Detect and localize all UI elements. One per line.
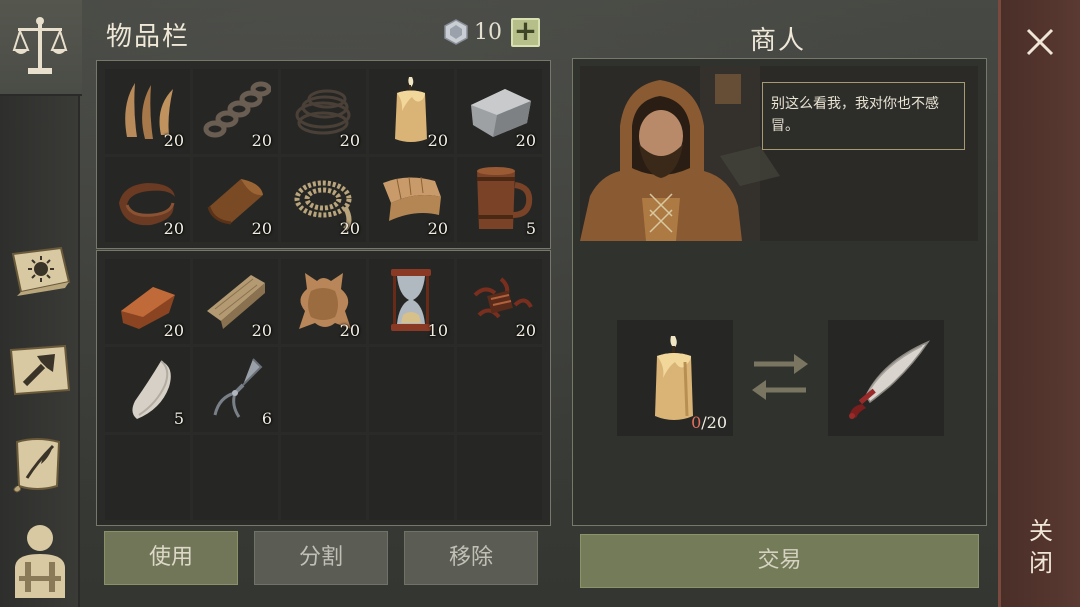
hammer-map-icon[interactable] [6, 330, 74, 410]
remove-button[interactable]: 移除 [404, 531, 538, 585]
character-icon[interactable] [6, 518, 74, 598]
item-quantity: 20 [163, 219, 184, 238]
inventory-slot[interactable]: 20 [105, 69, 190, 154]
merchant-title: 商人 [750, 26, 807, 56]
inventory-slot[interactable]: 20 [457, 69, 542, 154]
inventory-slot[interactable]: 10 [369, 259, 454, 344]
inventory-slot[interactable]: 5 [105, 347, 190, 432]
item-quantity: 5 [173, 409, 184, 428]
inventory-slot[interactable]: 5 [457, 157, 542, 242]
inventory-slot[interactable] [105, 435, 190, 520]
close-icon[interactable] [1024, 26, 1056, 58]
inventory-slot[interactable]: 20 [281, 157, 366, 242]
item-quantity: 10 [427, 321, 448, 340]
trade-button[interactable]: 交易 [580, 534, 979, 588]
inventory-slot[interactable] [457, 435, 542, 520]
item-quantity: 20 [515, 321, 536, 340]
item-quantity: 20 [163, 321, 184, 340]
add-currency-button[interactable]: + [511, 17, 540, 47]
inventory-top-panel: 20 20 20 20 20 20 20 20 20 5 [96, 60, 551, 249]
trade-need-count: /20 [701, 413, 727, 432]
scimitar-icon [849, 340, 931, 419]
item-quantity: 20 [427, 131, 448, 150]
inventory-slot[interactable]: 20 [369, 157, 454, 242]
inventory-slot[interactable]: 20 [369, 69, 454, 154]
inventory-slot[interactable] [369, 347, 454, 432]
sidebar [0, 0, 82, 607]
scales-icon [6, 6, 74, 86]
item-quantity: 20 [251, 131, 272, 150]
inventory-slot[interactable] [193, 435, 278, 520]
use-button[interactable]: 使用 [104, 531, 238, 585]
inventory-slot[interactable]: 20 [193, 157, 278, 242]
close-label[interactable]: 关闭 [1026, 515, 1056, 579]
item-quantity: 20 [251, 219, 272, 238]
trade-have-count: 0 [691, 413, 702, 432]
item-quantity: 20 [427, 219, 448, 238]
currency-count: 10 [474, 20, 502, 45]
inventory-slot[interactable] [281, 347, 366, 432]
inventory-slot[interactable]: 20 [105, 157, 190, 242]
inventory-slot[interactable] [369, 435, 454, 520]
trade-receive-slot[interactable] [828, 320, 944, 436]
item-quantity: 6 [261, 409, 272, 428]
item-quantity: 20 [339, 131, 360, 150]
item-quantity: 20 [339, 321, 360, 340]
trade-give-slot[interactable]: 0/20 [617, 320, 733, 436]
item-quantity: 20 [163, 131, 184, 150]
swap-arrows-icon [750, 352, 810, 402]
item-quantity: 20 [251, 321, 272, 340]
trade-give-count: 0/20 [691, 413, 727, 432]
merchant-speech-bubble: 别这么看我，我对你也不感冒。 [762, 82, 965, 150]
inventory-slot[interactable]: 20 [457, 259, 542, 344]
split-button[interactable]: 分割 [254, 531, 388, 585]
inventory-slot[interactable]: 20 [193, 259, 278, 344]
inventory-slot[interactable]: 20 [281, 259, 366, 344]
quill-scroll-icon[interactable] [6, 424, 74, 504]
inventory-slot[interactable]: 20 [281, 69, 366, 154]
gem-currency-icon [443, 19, 469, 45]
inventory-slot[interactable]: 6 [193, 347, 278, 432]
sidebar-tab-trade[interactable] [0, 0, 82, 96]
item-quantity: 20 [339, 219, 360, 238]
inventory-slot[interactable] [281, 435, 366, 520]
inventory-slot[interactable]: 20 [105, 259, 190, 344]
inventory-title: 物品栏 [106, 22, 191, 52]
inventory-slot[interactable]: 20 [193, 69, 278, 154]
item-quantity: 20 [515, 131, 536, 150]
item-quantity: 5 [525, 219, 536, 238]
inventory-slot[interactable] [457, 347, 542, 432]
inventory-bottom-panel: 20 20 20 10 20 5 6 [96, 250, 551, 526]
sun-book-icon[interactable] [6, 232, 74, 312]
candle-icon [655, 336, 693, 420]
